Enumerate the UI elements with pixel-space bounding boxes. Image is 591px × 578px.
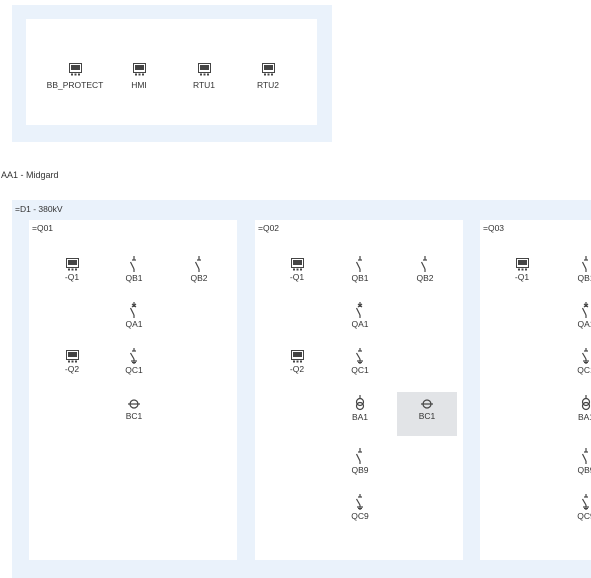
earth-switch-icon — [129, 348, 137, 364]
circuit-breaker-icon — [355, 302, 363, 318]
bay-ied-label: -Q2 — [64, 364, 80, 374]
disconnector-icon — [129, 256, 136, 272]
ied-bb-protect[interactable]: BB_PROTECT — [40, 63, 110, 90]
earth-switch-icon — [581, 494, 589, 510]
bay-q03: =Q03 -Q1 QB1 QA1 QC1 BA1 QB9 QC9 — [480, 220, 591, 560]
ied-panel: BB_PROTECT HMI RTU1 RTU2 — [12, 5, 332, 142]
selected-equipment-cell[interactable]: BC1 — [397, 392, 457, 436]
ied-icon — [290, 350, 304, 363]
earth-switch[interactable]: QC9 — [566, 494, 591, 521]
circuit-breaker[interactable]: QA1 — [566, 302, 591, 329]
disconnector-icon — [420, 256, 427, 272]
disconnector[interactable]: QB9 — [566, 448, 591, 475]
ied-icon — [261, 63, 275, 76]
disconnector[interactable]: QB2 — [405, 256, 445, 283]
equipment-label: QC9 — [577, 511, 591, 521]
disconnector-icon — [581, 256, 588, 272]
equipment-label: QC9 — [351, 511, 369, 521]
earth-switch[interactable]: QC9 — [340, 494, 380, 521]
equipment-label: QB1 — [351, 273, 369, 283]
ied-label: BB_PROTECT — [46, 80, 104, 90]
equipment-label: QC1 — [351, 365, 369, 375]
equipment-label: QB1 — [577, 273, 591, 283]
bay-ied[interactable]: -Q1 — [277, 258, 317, 282]
voltage-transformer[interactable]: BA1 — [340, 395, 380, 422]
ied-container: BB_PROTECT HMI RTU1 RTU2 — [26, 19, 317, 125]
earth-switch-icon — [581, 348, 589, 364]
circuit-breaker[interactable]: QA1 — [340, 302, 380, 329]
bay-title: =Q02 — [258, 223, 280, 233]
ied-icon — [197, 63, 211, 76]
bay-ied-label: -Q2 — [289, 364, 305, 374]
ied-hmi[interactable]: HMI — [104, 63, 174, 90]
current-transformer[interactable]: BC1 — [114, 398, 154, 421]
equipment-label: BC1 — [125, 411, 143, 421]
ied-label: RTU2 — [256, 80, 280, 90]
earth-switch[interactable]: QC1 — [340, 348, 380, 375]
equipment-label: QC1 — [577, 365, 591, 375]
earth-switch[interactable]: QC1 — [566, 348, 591, 375]
ied-icon — [65, 258, 79, 271]
ied-icon — [290, 258, 304, 271]
bay-q01: =Q01 -Q1 -Q2 QB1 QB2 QA1 QC1 BC1 — [29, 220, 237, 560]
disconnector-icon — [581, 448, 588, 464]
disconnector[interactable]: QB9 — [340, 448, 380, 475]
ied-icon — [68, 63, 82, 76]
bay-ied[interactable]: -Q2 — [277, 350, 317, 374]
disconnector[interactable]: QB2 — [179, 256, 219, 283]
circuit-breaker-icon — [129, 302, 137, 318]
equipment-label: QB1 — [125, 273, 143, 283]
ied-label: HMI — [131, 80, 147, 90]
disconnector-icon — [355, 448, 362, 464]
disconnector[interactable]: QB1 — [566, 256, 591, 283]
bay-ied-label: -Q1 — [514, 272, 530, 282]
ied-icon — [132, 63, 146, 76]
current-transformer-icon — [128, 399, 140, 409]
earth-switch[interactable]: QC1 — [114, 348, 154, 375]
circuit-breaker-icon — [581, 302, 589, 318]
ied-label: RTU1 — [192, 80, 216, 90]
disconnector-icon — [355, 256, 362, 272]
bay-title: =Q01 — [32, 223, 54, 233]
disconnector-icon — [194, 256, 201, 272]
ied-rtu2[interactable]: RTU2 — [233, 63, 303, 90]
voltage-level-title: =D1 - 380kV — [15, 204, 63, 214]
bay-title: =Q03 — [483, 223, 505, 233]
earth-switch-icon — [355, 348, 363, 364]
circuit-breaker[interactable]: QA1 — [114, 302, 154, 329]
equipment-label: QA1 — [577, 319, 591, 329]
disconnector[interactable]: QB1 — [114, 256, 154, 283]
bay-ied[interactable]: -Q2 — [52, 350, 92, 374]
voltage-transformer-icon — [581, 395, 591, 411]
substation-title: AA1 - Midgard — [1, 170, 59, 180]
ied-icon — [515, 258, 529, 271]
bay-q02: =Q02 -Q1 -Q2 QB1 QB2 QA1 QC1 BA1 BC1 QB9… — [255, 220, 463, 560]
current-transformer[interactable]: BC1 — [407, 398, 447, 421]
bay-ied[interactable]: -Q1 — [52, 258, 92, 282]
equipment-label: QB9 — [351, 465, 369, 475]
bay-ied-label: -Q1 — [64, 272, 80, 282]
ied-icon — [65, 350, 79, 363]
equipment-label: BA1 — [351, 412, 369, 422]
equipment-label: QB2 — [190, 273, 208, 283]
equipment-label: BC1 — [418, 411, 436, 421]
bay-ied[interactable]: -Q1 — [502, 258, 542, 282]
current-transformer-icon — [421, 399, 433, 409]
voltage-transformer[interactable]: BA1 — [566, 395, 591, 422]
equipment-label: BA1 — [577, 412, 591, 422]
earth-switch-icon — [355, 494, 363, 510]
equipment-label: QB9 — [577, 465, 591, 475]
equipment-label: QA1 — [125, 319, 143, 329]
voltage-transformer-icon — [355, 395, 365, 411]
voltage-level-panel: =D1 - 380kV =Q01 -Q1 -Q2 QB1 QB2 QA1 QC1 — [12, 200, 591, 578]
ied-rtu1[interactable]: RTU1 — [169, 63, 239, 90]
equipment-label: QC1 — [125, 365, 143, 375]
equipment-label: QA1 — [351, 319, 369, 329]
equipment-label: QB2 — [416, 273, 434, 283]
disconnector[interactable]: QB1 — [340, 256, 380, 283]
bay-ied-label: -Q1 — [289, 272, 305, 282]
